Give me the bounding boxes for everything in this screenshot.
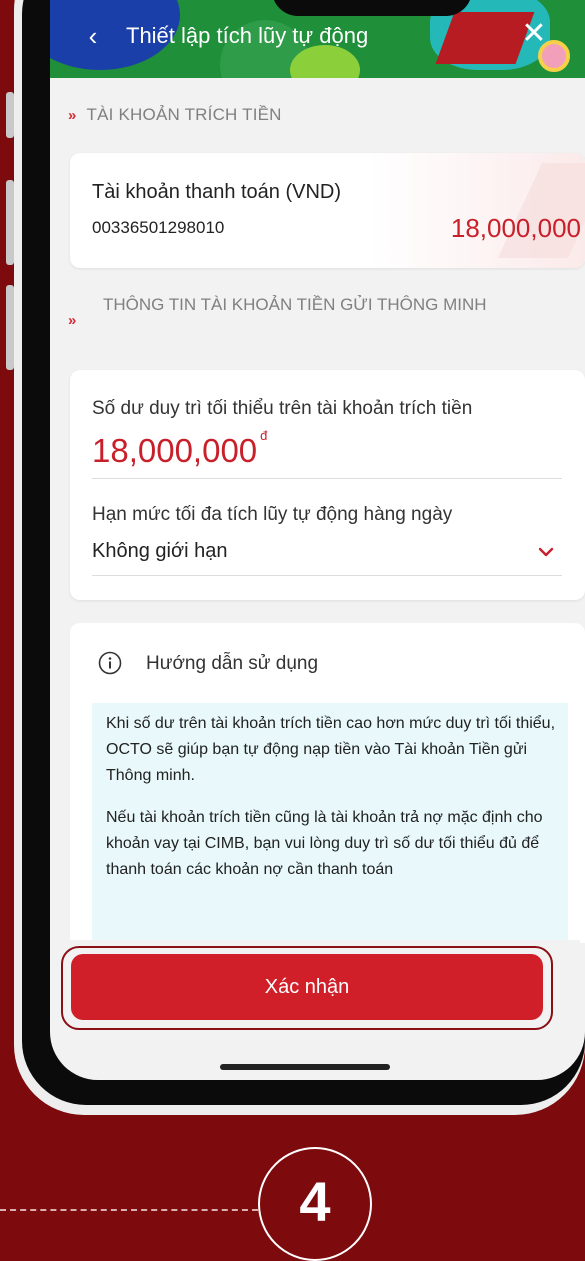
guide-paragraph: Khi số dư trên tài khoản trích tiền cao … [106, 715, 556, 784]
close-button[interactable]: ✕ [514, 14, 554, 54]
step-connector-line [0, 1209, 258, 1211]
double-chevron-icon: » [68, 107, 77, 124]
confirm-bar: Xác nhận [55, 940, 580, 1035]
settings-form: Số dư duy trì tối thiểu trên tài khoản t… [70, 370, 585, 600]
divider [92, 575, 562, 576]
daily-limit-dropdown[interactable]: Không giới hạn [92, 538, 562, 572]
guide-paragraph: Nếu tài khoản trích tiền cũng là tài kho… [106, 809, 543, 878]
usage-guide: Hướng dẫn sử dụng Khi số dư trên tài kho… [70, 623, 585, 971]
step-badge: 4 [258, 1147, 372, 1261]
min-balance-input[interactable]: 18,000,000 đ [92, 428, 267, 470]
daily-limit-label: Hạn mức tối đa tích lũy tự động hàng ngà… [92, 504, 453, 525]
phone-side-button [6, 92, 14, 138]
double-chevron-icon: » [68, 312, 77, 329]
divider [92, 478, 562, 479]
account-number: 00336501298010 [92, 218, 225, 237]
phone-side-button [6, 180, 14, 265]
step-number: 4 [299, 1170, 331, 1233]
account-name: Tài khoản thanh toán (VND) [92, 181, 342, 203]
section-label-source: » TÀI KHOẢN TRÍCH TIỀN [68, 105, 282, 124]
source-account-card[interactable]: Tài khoản thanh toán (VND) 0033650129801… [70, 153, 585, 268]
back-button[interactable]: ‹ [78, 16, 108, 56]
guide-title: Hướng dẫn sử dụng [146, 653, 319, 674]
confirm-button[interactable]: Xác nhận [71, 954, 543, 1020]
home-indicator [220, 1064, 390, 1070]
phone-screen: ‹ Thiết lập tích lũy tự động ✕ » TÀI KHOẢ… [50, 0, 585, 1080]
currency-symbol: đ [260, 428, 268, 443]
page-title: Thiết lập tích lũy tự động [126, 23, 369, 48]
info-icon [98, 651, 122, 675]
phone-side-button [6, 285, 14, 370]
daily-limit-value: Không giới hạn [92, 540, 228, 562]
phone-notch [272, 0, 472, 16]
guide-text-box: Khi số dư trên tài khoản trích tiền cao … [92, 703, 568, 971]
account-balance: 18,000,000 [450, 213, 581, 243]
min-balance-label: Số dư duy trì tối thiểu trên tài khoản t… [92, 398, 473, 419]
chevron-down-icon [538, 547, 554, 557]
